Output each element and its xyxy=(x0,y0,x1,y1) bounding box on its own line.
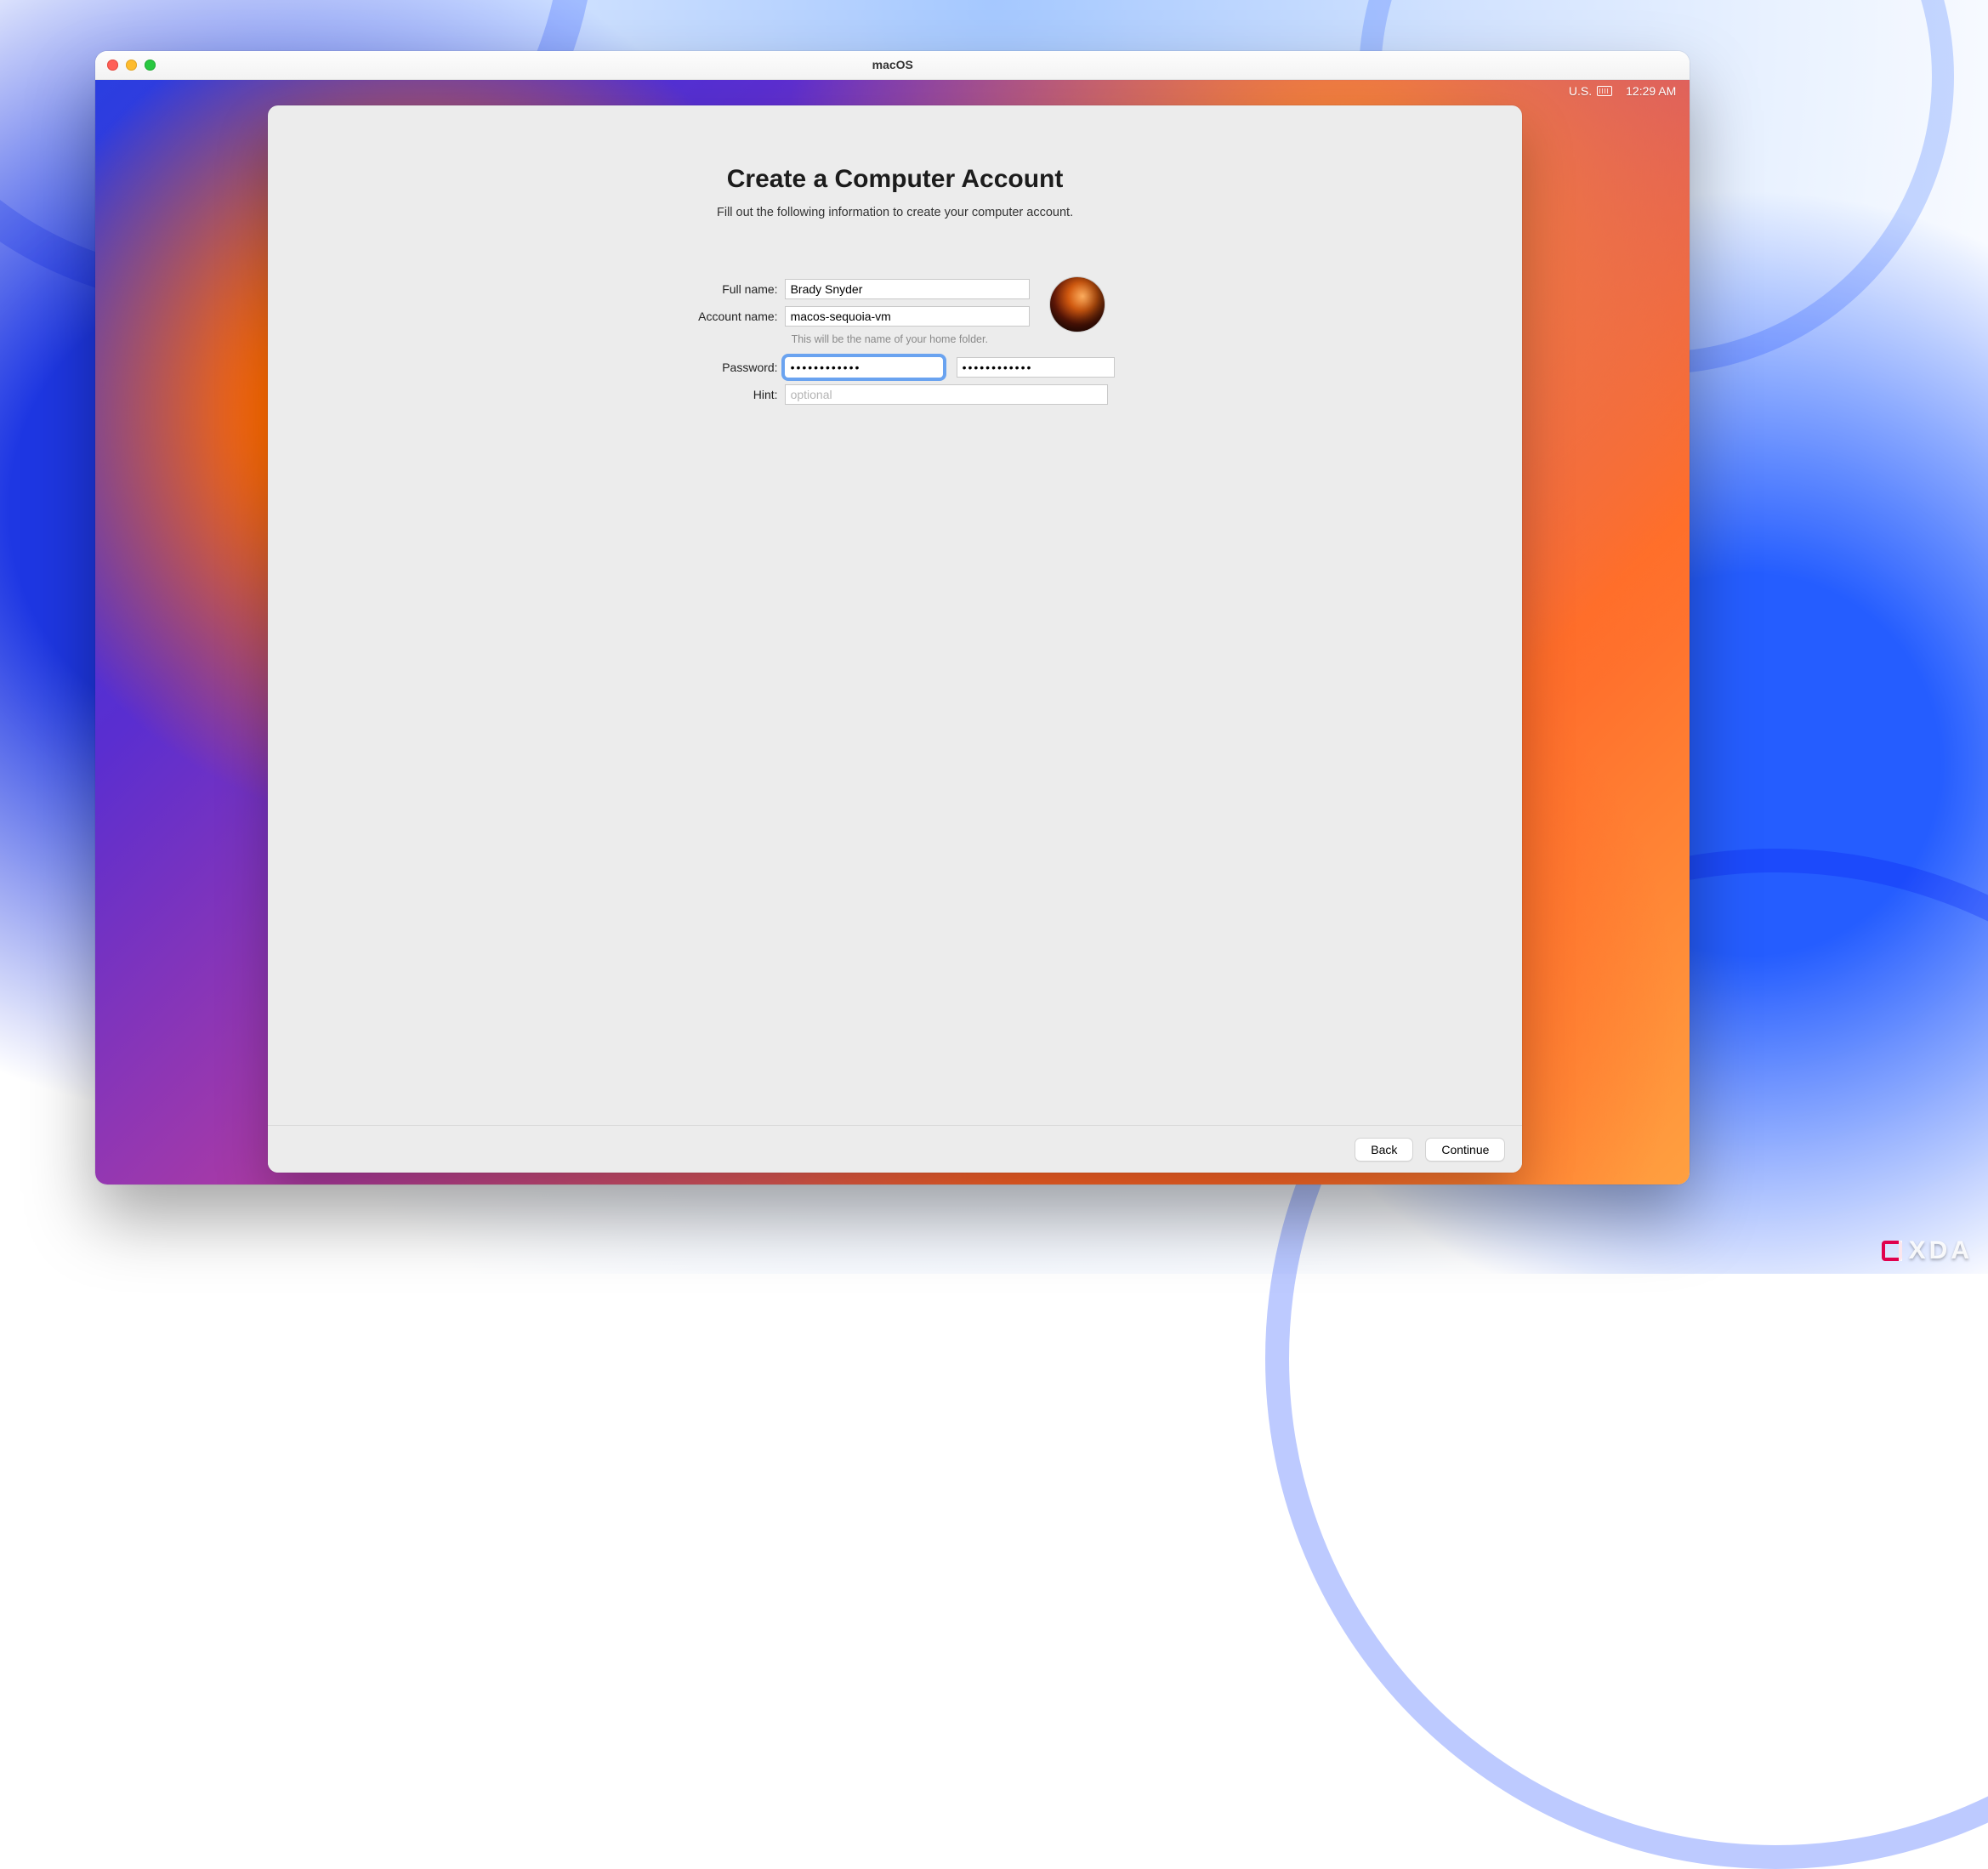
password-label: Password: xyxy=(657,361,785,374)
account-picture-button[interactable] xyxy=(1050,277,1105,332)
page-subtitle: Fill out the following information to cr… xyxy=(268,206,1523,219)
hint-field[interactable] xyxy=(785,384,1108,405)
guest-desktop: U.S. 12:29 AM Create a Computer Account … xyxy=(95,80,1690,1184)
hint-label: Hint: xyxy=(657,388,785,401)
continue-button[interactable]: Continue xyxy=(1425,1138,1505,1162)
input-source-menu[interactable]: U.S. xyxy=(1569,84,1612,98)
account-name-helper: This will be the name of your home folde… xyxy=(792,333,1133,345)
vm-window: macOS U.S. 12:29 AM Create a Computer Ac… xyxy=(95,51,1690,1184)
input-source-label: U.S. xyxy=(1569,84,1592,98)
setup-assistant-window: Create a Computer Account Fill out the f… xyxy=(268,105,1523,1173)
window-title: macOS xyxy=(95,58,1690,71)
hint-row: Hint: xyxy=(657,384,1133,405)
account-form: Full name: Account name: This will be th… xyxy=(657,279,1133,405)
zoom-icon[interactable] xyxy=(145,60,156,71)
menubar-clock[interactable]: 12:29 AM xyxy=(1626,84,1676,98)
window-titlebar[interactable]: macOS xyxy=(95,51,1690,80)
minimize-icon[interactable] xyxy=(126,60,137,71)
password-row: Password: xyxy=(657,357,1133,378)
window-traffic-lights xyxy=(107,60,156,71)
password-field[interactable] xyxy=(785,357,943,378)
account-name-field[interactable] xyxy=(785,306,1030,327)
assistant-body: Create a Computer Account Fill out the f… xyxy=(268,105,1523,1125)
full-name-field[interactable] xyxy=(785,279,1030,299)
keyboard-icon xyxy=(1597,86,1612,96)
password-verify-field[interactable] xyxy=(957,357,1115,378)
account-name-label: Account name: xyxy=(657,310,785,323)
full-name-label: Full name: xyxy=(657,282,785,296)
back-button[interactable]: Back xyxy=(1355,1138,1413,1162)
page-title: Create a Computer Account xyxy=(268,165,1523,194)
close-icon[interactable] xyxy=(107,60,118,71)
guest-menubar: U.S. 12:29 AM xyxy=(95,80,1690,102)
assistant-footer: Back Continue xyxy=(268,1125,1523,1173)
